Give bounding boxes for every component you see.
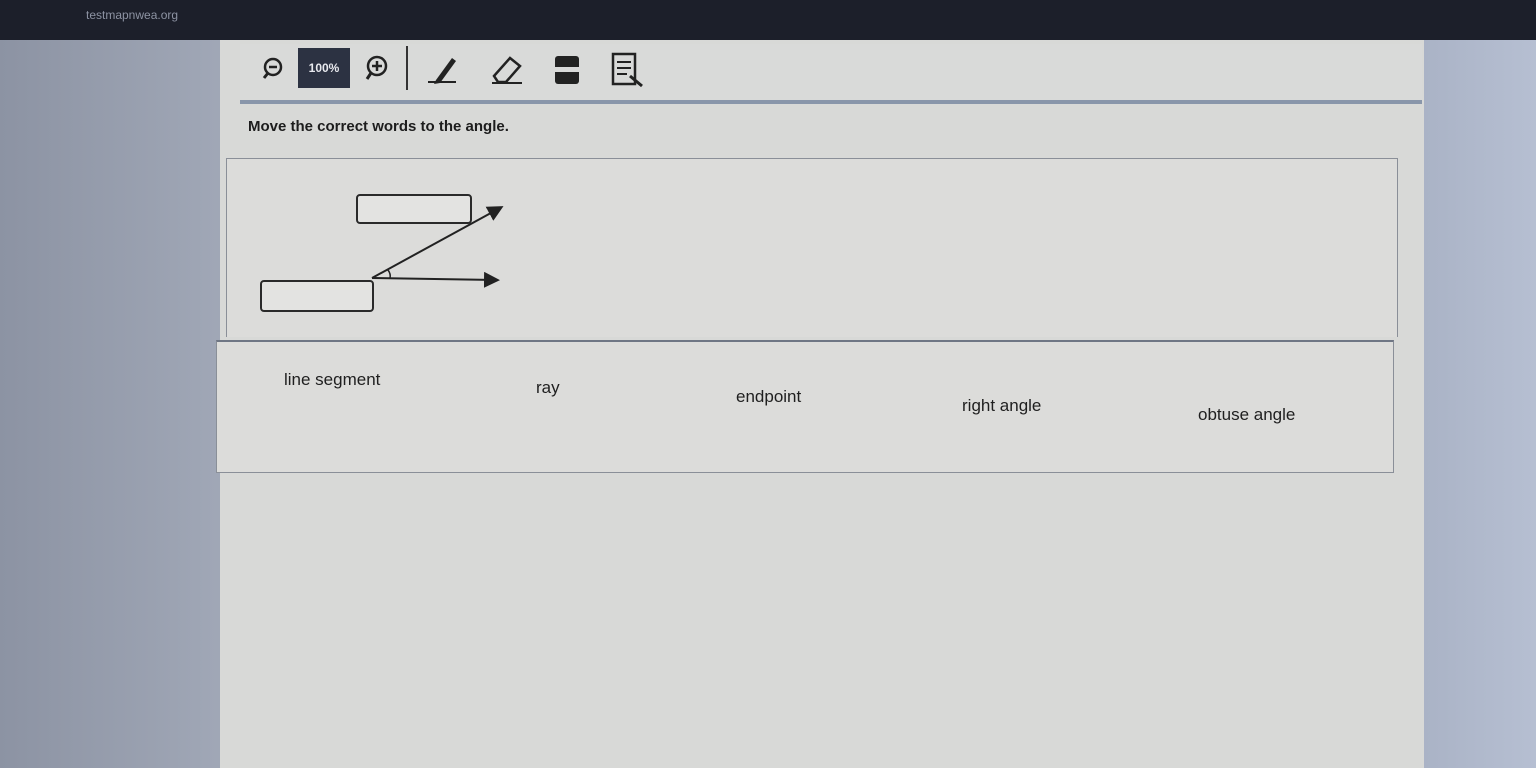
- browser-url[interactable]: testmapnwea.org: [86, 8, 178, 22]
- browser-top-bar: testmapnwea.org: [0, 0, 1536, 40]
- angle-arc: [387, 269, 391, 279]
- word-line-segment[interactable]: line segment: [284, 370, 380, 390]
- angle-ray-lower: [371, 271, 500, 288]
- background-right: [1424, 40, 1536, 768]
- word-obtuse-angle[interactable]: obtuse angle: [1198, 405, 1295, 425]
- word-endpoint[interactable]: endpoint: [736, 387, 801, 407]
- zoom-out-icon[interactable]: [258, 54, 288, 84]
- pencil-icon[interactable]: [422, 50, 462, 90]
- highlighter-icon[interactable]: [552, 50, 582, 90]
- test-toolbar: 100%: [240, 44, 1422, 104]
- eraser-icon[interactable]: [486, 50, 526, 90]
- word-ray[interactable]: ray: [536, 378, 560, 398]
- background-left: [0, 40, 250, 768]
- question-prompt: Move the correct words to the angle.: [248, 118, 509, 135]
- line-reader-icon[interactable]: [610, 50, 646, 90]
- zoom-in-icon[interactable]: [362, 52, 392, 84]
- zoom-level-indicator: 100%: [298, 48, 350, 88]
- toolbar-divider: [406, 46, 408, 90]
- drop-target-vertex[interactable]: [260, 280, 374, 312]
- word-right-angle[interactable]: right angle: [962, 396, 1041, 416]
- drop-target-ray[interactable]: [356, 194, 472, 224]
